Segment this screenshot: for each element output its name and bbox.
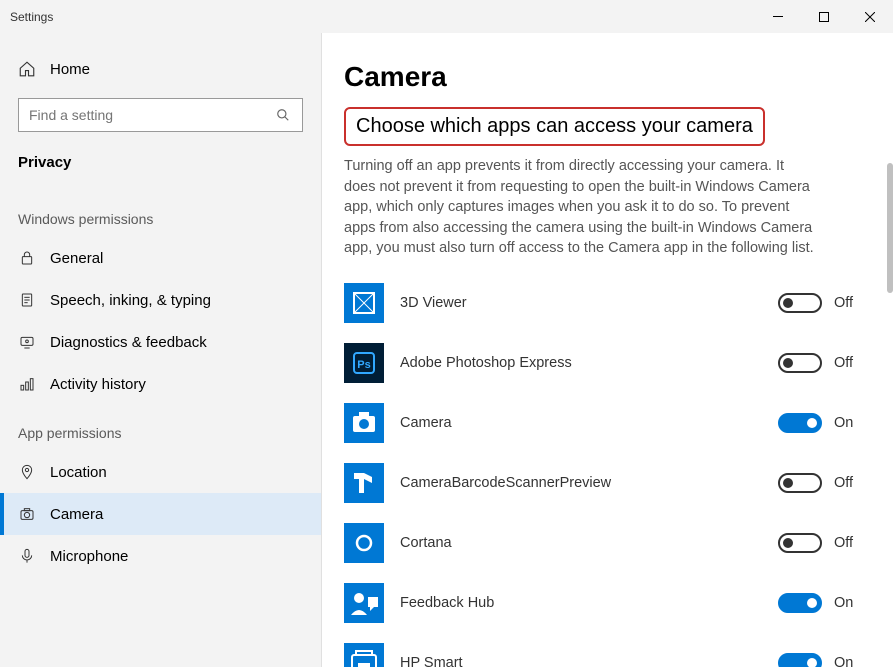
app-name: CameraBarcodeScannerPreview [400,475,762,491]
sidebar-item-label: Speech, inking, & typing [50,292,211,309]
search-input[interactable] [29,107,266,123]
app-icon [344,643,384,667]
home-button[interactable]: Home [0,48,321,90]
location-icon [18,463,36,481]
app-row: Camera On [344,393,858,453]
minimize-button[interactable] [755,0,801,33]
app-row: Feedback Hub On [344,573,858,633]
sidebar: Home Privacy Windows permissions General… [0,33,322,667]
toggle-state-label: On [834,595,853,611]
app-toggle[interactable] [778,653,822,667]
svg-text:Ps: Ps [357,359,370,371]
sidebar-item-label: Activity history [50,376,146,393]
app-list: 3D Viewer Off Ps Adobe Photoshop Express… [344,273,858,667]
toggle-state-label: Off [834,295,853,311]
app-toggle[interactable] [778,413,822,433]
toggle-wrap: Off [778,353,858,373]
sidebar-item-diagnostics[interactable]: Diagnostics & feedback [0,321,321,363]
toggle-wrap: On [778,413,858,433]
sidebar-item-general[interactable]: General [0,237,321,279]
sidebar-item-label: Microphone [50,548,128,565]
app-icon [344,583,384,623]
search-box[interactable] [18,98,303,132]
privacy-heading: Privacy [0,146,321,191]
sidebar-item-activity[interactable]: Activity history [0,363,321,405]
app-name: Cortana [400,535,762,551]
sidebar-item-camera[interactable]: Camera [0,493,321,535]
app-name: Feedback Hub [400,595,762,611]
group-header-windows-permissions: Windows permissions [0,191,321,237]
content-pane: Camera Choose which apps can access your… [322,33,893,667]
app-icon: Ps [344,343,384,383]
page-title: Camera [344,61,858,93]
toggle-wrap: Off [778,533,858,553]
toggle-wrap: Off [778,293,858,313]
toggle-state-label: On [834,415,853,431]
sidebar-item-microphone[interactable]: Microphone [0,535,321,577]
window-title: Settings [10,10,53,24]
toggle-wrap: On [778,653,858,667]
app-row: CameraBarcodeScannerPreview Off [344,453,858,513]
app-row: Cortana Off [344,513,858,573]
close-button[interactable] [847,0,893,33]
section-header: Choose which apps can access your camera [344,107,765,146]
feedback-icon [18,333,36,351]
app-toggle[interactable] [778,293,822,313]
app-row: Ps Adobe Photoshop Express Off [344,333,858,393]
toggle-wrap: On [778,593,858,613]
group-header-app-permissions: App permissions [0,405,321,451]
app-toggle[interactable] [778,533,822,553]
scrollbar[interactable] [887,163,893,293]
sidebar-item-label: General [50,250,103,267]
app-name: Camera [400,415,762,431]
microphone-icon [18,547,36,565]
home-icon [18,60,36,78]
maximize-button[interactable] [801,0,847,33]
app-toggle[interactable] [778,473,822,493]
app-icon [344,283,384,323]
sidebar-item-location[interactable]: Location [0,451,321,493]
toggle-state-label: Off [834,535,853,551]
app-icon [344,523,384,563]
app-row: 3D Viewer Off [344,273,858,333]
section-description: Turning off an app prevents it from dire… [344,156,814,259]
app-row: HP Smart On [344,633,858,667]
app-icon [344,403,384,443]
app-icon [344,463,384,503]
activity-icon [18,375,36,393]
sidebar-item-label: Camera [50,506,103,523]
toggle-wrap: Off [778,473,858,493]
app-toggle[interactable] [778,593,822,613]
sidebar-item-speech[interactable]: Speech, inking, & typing [0,279,321,321]
home-label: Home [50,61,90,78]
toggle-state-label: On [834,655,853,667]
search-icon [274,106,292,124]
camera-icon [18,505,36,523]
sidebar-item-label: Location [50,464,107,481]
window-controls [755,0,893,33]
clipboard-icon [18,291,36,309]
app-toggle[interactable] [778,353,822,373]
app-name: Adobe Photoshop Express [400,355,762,371]
app-name: 3D Viewer [400,295,762,311]
sidebar-item-label: Diagnostics & feedback [50,334,207,351]
lock-icon [18,249,36,267]
titlebar[interactable]: Settings [0,0,893,33]
toggle-state-label: Off [834,475,853,491]
app-name: HP Smart [400,655,762,667]
toggle-state-label: Off [834,355,853,371]
